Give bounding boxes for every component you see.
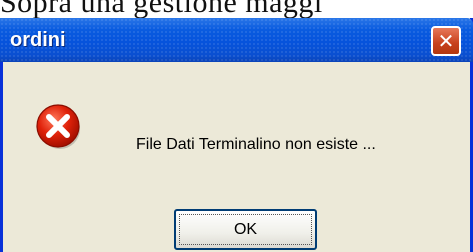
dialog-title: ordini	[10, 29, 66, 51]
close-icon: ✕	[437, 28, 455, 53]
ok-button-label: OK	[233, 220, 258, 238]
title-bar[interactable]: ordini ✕	[0, 18, 473, 62]
background-text: Sopra una gestione maggi	[0, 0, 323, 18]
background-page-fragment: Sopra una gestione maggi	[0, 0, 473, 18]
error-message: File Dati Terminalino non esiste ...	[136, 136, 376, 153]
close-button[interactable]: ✕	[431, 26, 461, 56]
ok-button[interactable]: OK	[174, 209, 317, 250]
error-dialog: ordini ✕ File Dati Terminalino non esist…	[0, 18, 473, 252]
error-icon	[36, 104, 80, 149]
